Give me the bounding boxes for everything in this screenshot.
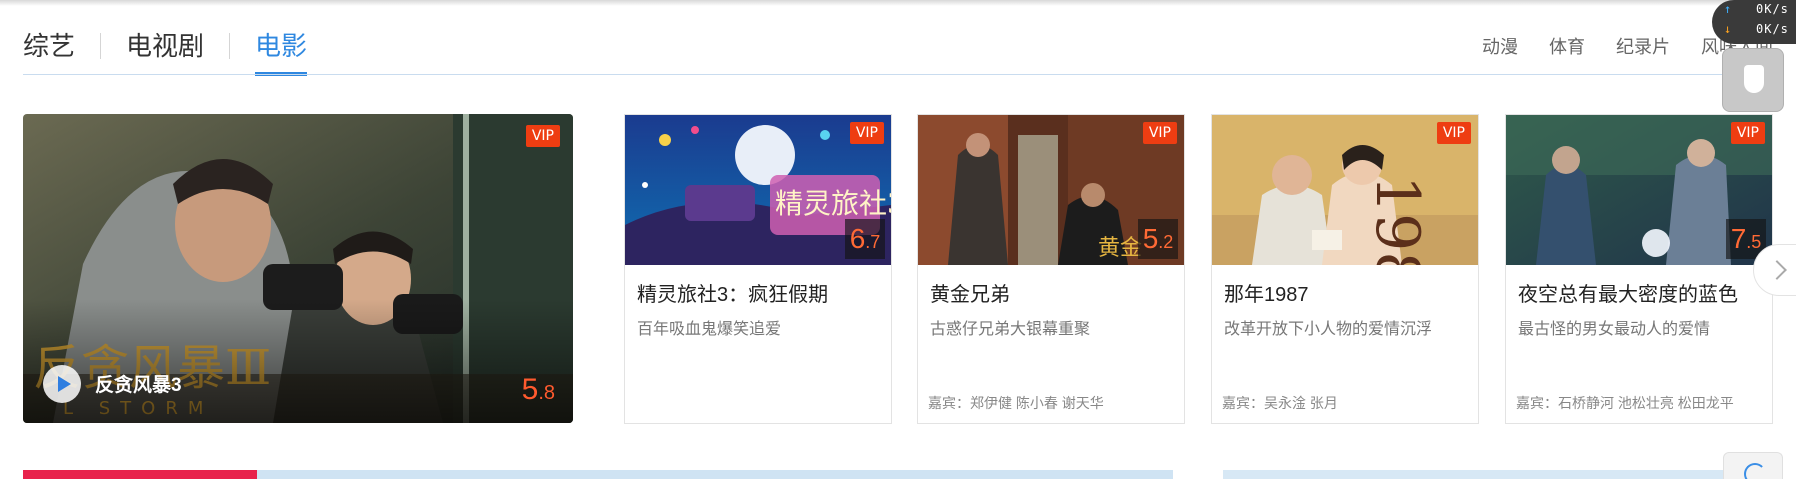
banner-strip-secondary[interactable] [1223,470,1723,479]
tab-documentary[interactable]: 纪录片 [1616,34,1670,60]
movie-card[interactable]: 精灵旅社3 VIP 6.7 精灵旅社3：疯狂假期 百年吸血鬼爆笑追爱 [624,114,892,424]
movie-description: 最古怪的男女最动人的爱情 [1518,321,1711,338]
vip-badge: VIP [849,122,884,144]
score-decimal: .8 [538,382,555,404]
movie-card[interactable]: 黄金 VIP 5.2 黄金兄弟 古惑仔兄弟大银幕重聚 嘉宾：郑伊健 陈小春 谢天… [917,114,1185,424]
movie-cast: 嘉宾：石桥静河 池松壮亮 松田龙平 [1516,395,1734,411]
score-integer: 7 [1730,223,1747,254]
movie-title[interactable]: 夜空总有最大密度的蓝色 [1518,278,1738,307]
featured-score: 5.8 [522,373,555,407]
tab-variety[interactable]: 综艺 [23,26,75,76]
tab-sports[interactable]: 体育 [1549,34,1585,60]
movie-cast: 嘉宾：郑伊健 陈小春 谢天华 [928,395,1104,411]
movie-cast: 嘉宾：吴永淦 张月 [1222,395,1338,411]
featured-title: 反贪风暴3 [95,375,182,396]
refresh-icon[interactable] [1723,452,1783,479]
tab-movies[interactable]: 电影 [255,26,308,76]
upload-arrow-icon: ↑ [1724,2,1732,16]
banner-strip-red [23,470,257,479]
movie-card[interactable]: VIP 7.5 夜空总有最大密度的蓝色 最古怪的男女最动人的爱情 嘉宾：石桥静河… [1505,114,1773,424]
vip-badge: VIP [1436,122,1471,144]
score-decimal: .5 [1746,232,1762,252]
movie-title[interactable]: 黄金兄弟 [930,278,1010,307]
banner-strip[interactable] [257,470,1173,479]
download-speed: 0K/s [1756,22,1789,36]
category-tabs: 综艺 电视剧 电影 [23,26,308,76]
movie-description: 古惑仔兄弟大银幕重聚 [930,321,1091,338]
score-integer: 5 [1142,223,1159,254]
vip-badge: VIP [525,125,560,147]
tabs-underline-rule [23,74,1773,75]
svg-text:黄金: 黄金 [1098,236,1142,261]
movie-card[interactable]: 1987 VIP 那年1987 改革开放下小人物的爱情沉浮 嘉宾：吴永淦 张月 [1211,114,1479,424]
tab-anime[interactable]: 动漫 [1482,34,1518,60]
movie-score: 5.2 [1138,219,1178,259]
top-shadow [0,0,1796,6]
vip-badge: VIP [1730,122,1765,144]
svg-text:1987: 1987 [1362,175,1432,265]
movie-description: 改革开放下小人物的爱情沉浮 [1224,321,1433,338]
vip-badge: VIP [1142,122,1177,144]
score-integer: 5 [521,373,539,406]
featured-movie-card[interactable]: 反贪风暴Ⅲ L STORM VIP 反贪风暴3 5.8 [23,114,573,423]
score-decimal: .2 [1158,232,1174,252]
next-arrow-icon[interactable] [1753,244,1796,296]
download-arrow-icon: ↓ [1724,22,1732,36]
movie-title[interactable]: 那年1987 [1224,278,1309,307]
tab-divider [100,33,102,59]
svg-text:精灵旅社3: 精灵旅社3 [775,187,891,220]
floating-side-widget[interactable] [1722,48,1784,112]
play-icon[interactable] [43,365,81,403]
upload-speed: 0K/s [1756,2,1789,16]
movie-title[interactable]: 精灵旅社3：疯狂假期 [637,278,828,307]
network-speed-widget[interactable]: ↑ 0K/s ↓ 0K/s [1712,0,1796,44]
tab-tv-series[interactable]: 电视剧 [126,26,204,76]
tab-divider [229,33,231,59]
mascot-icon [1744,65,1764,93]
score-decimal: .7 [865,232,881,252]
score-integer: 6 [849,223,866,254]
movie-score: 6.7 [845,219,885,259]
movie-description: 百年吸血鬼爆笑追爱 [637,321,782,338]
